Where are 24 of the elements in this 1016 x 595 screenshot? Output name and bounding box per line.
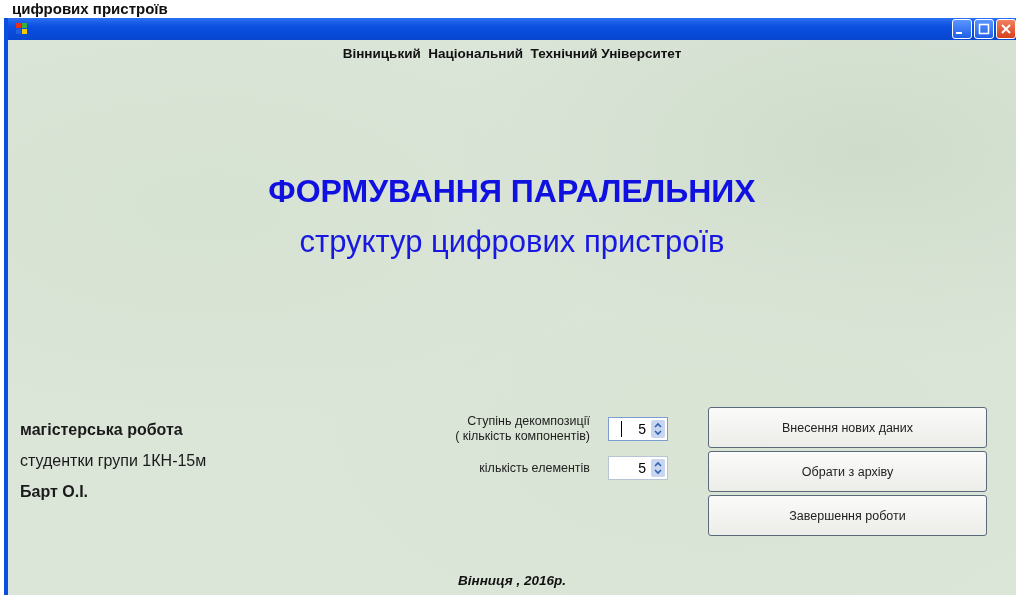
subtitle: структур цифрових пристроїв <box>299 224 725 260</box>
spin-label: Ступінь декомпозиції ( кількість компонентів) <box>454 414 590 444</box>
author-line: студентки групи 1КН-15м <box>20 452 208 470</box>
university-name: Вінницький Національний Технічний Університет <box>342 46 682 61</box>
spin-label: кількість елементів <box>479 460 590 476</box>
author-line: магістерська робота <box>20 421 184 439</box>
action-button[interactable]: Внесення нових даних <box>708 407 987 448</box>
action-button[interactable]: Завершення роботи <box>708 495 987 536</box>
maximize-icon <box>978 23 990 35</box>
footer-text: Вінниця , 2016р. <box>458 573 566 588</box>
spin-arrows-icon[interactable] <box>651 459 665 477</box>
spin-arrows-icon[interactable] <box>651 420 665 438</box>
spin-field[interactable]: 5 <box>608 456 668 480</box>
minimize-button[interactable] <box>952 19 972 39</box>
maximize-button[interactable] <box>974 19 994 39</box>
main-title: ФОРМУВАННЯ ПАРАЛЕЛЬНИХ <box>268 173 756 210</box>
page-heading: цифрових пристроїв <box>12 0 168 17</box>
action-button[interactable]: Обрати з архіву <box>708 451 987 492</box>
spin-field[interactable]: 5 <box>608 417 668 441</box>
minimize-icon <box>956 32 962 34</box>
close-button[interactable] <box>996 19 1016 39</box>
author-line: Барт О.І. <box>20 483 90 501</box>
app-icon <box>14 21 30 37</box>
close-icon <box>1000 23 1012 35</box>
